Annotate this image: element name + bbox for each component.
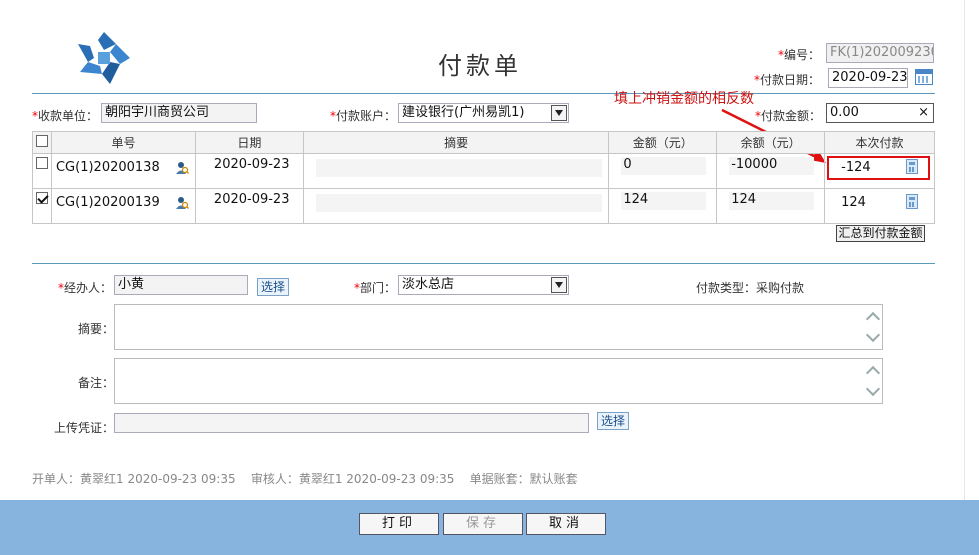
order-table: 单号 日期 摘要 金额（元） 余额（元） 本次付款 CG(1)20200138 …	[32, 131, 935, 224]
table-row: CG(1)20200138 2020-09-23 0 -10000 -124	[32, 153, 935, 189]
calculator-icon[interactable]	[906, 194, 919, 209]
upload-select-button[interactable]: 选择	[597, 412, 630, 430]
amount-field[interactable]: 0.00 ×	[826, 103, 934, 123]
select-all-cell[interactable]	[32, 131, 52, 154]
col-header-payment: 本次付款	[824, 131, 935, 154]
chevron-down-icon[interactable]	[551, 105, 567, 121]
calculator-icon[interactable]	[906, 159, 919, 174]
chevron-down-icon[interactable]	[551, 277, 567, 293]
col-header-balance: 余额（元）	[716, 131, 826, 154]
row-date: 2020-09-23	[194, 188, 304, 224]
row-checkbox[interactable]	[35, 192, 48, 204]
row-balance: 124	[729, 192, 815, 210]
table-row: CG(1)20200139 2020-09-23 124 124 124	[32, 188, 935, 224]
row-amount: 124	[621, 192, 707, 210]
scrollbar[interactable]	[865, 362, 881, 400]
number-field: FK(1)2020092300	[826, 43, 934, 63]
handler-field[interactable]: 小黄	[114, 275, 248, 295]
dept-select[interactable]: 淡水总店	[398, 275, 569, 295]
row-date: 2020-09-23	[194, 153, 304, 189]
audit-info: 开单人：黄翠红1 2020-09-23 09:35 审核人：黄翠红1 2020-…	[32, 472, 578, 486]
sum-to-amount-button[interactable]: 汇总到付款金额	[836, 225, 925, 242]
row-balance: -10000	[729, 157, 815, 175]
payee-label: *收款单位：	[32, 109, 99, 123]
amount-value: 0.00	[830, 105, 859, 120]
account-label: *付款账户：	[330, 109, 397, 123]
window-scrollbar[interactable]	[964, 0, 979, 500]
summary-textarea[interactable]	[114, 304, 883, 350]
row-payment-input[interactable]: 124	[841, 195, 866, 210]
close-icon[interactable]: ×	[918, 104, 929, 122]
print-button[interactable]: 打印	[359, 513, 439, 535]
col-header-date: 日期	[194, 131, 304, 154]
dept-value: 淡水总店	[402, 277, 455, 292]
row-summary[interactable]	[315, 194, 603, 212]
remark-label: 备注：	[78, 376, 115, 390]
select-all-checkbox[interactable]	[35, 135, 48, 147]
header-divider	[32, 93, 935, 94]
summary-label: 摘要：	[78, 322, 115, 336]
col-header-summary: 摘要	[302, 131, 610, 154]
number-label: *编号：	[778, 48, 821, 62]
payee-field[interactable]: 朝阳宇川商贸公司	[101, 103, 257, 123]
handler-select-button[interactable]: 选择	[257, 278, 290, 296]
page-title: 付款单	[438, 52, 522, 80]
dept-label: *部门：	[354, 281, 397, 295]
row-amount: 0	[621, 157, 707, 175]
amount-label: *付款金额：	[755, 109, 822, 123]
handler-label: *经办人：	[58, 281, 113, 295]
upload-field[interactable]	[114, 413, 589, 433]
annotation-text: 填上冲销金额的相反数	[614, 91, 754, 107]
form-divider	[32, 263, 935, 264]
order-no: CG(1)20200138	[55, 160, 160, 175]
account-value: 建设银行(广州易凯1)	[402, 105, 525, 120]
row-payment-input[interactable]: -124	[841, 160, 871, 175]
col-header-order: 单号	[50, 131, 196, 154]
pay-date-field[interactable]: 2020-09-23	[828, 68, 908, 88]
calendar-icon[interactable]	[915, 69, 933, 85]
upload-label: 上传凭证：	[54, 421, 115, 435]
col-header-amount: 金额（元）	[608, 131, 718, 154]
pay-type-text: 付款类型：采购付款	[696, 281, 805, 295]
lookup-icon[interactable]	[175, 161, 189, 175]
cancel-button[interactable]: 取消	[526, 513, 606, 535]
scrollbar[interactable]	[865, 308, 881, 346]
lookup-icon[interactable]	[175, 196, 189, 210]
remark-textarea[interactable]	[114, 358, 883, 404]
save-button[interactable]: 保存	[443, 513, 523, 535]
logo-icon	[76, 30, 132, 86]
account-select[interactable]: 建设银行(广州易凯1)	[398, 103, 569, 123]
order-no: CG(1)20200139	[55, 195, 160, 210]
row-checkbox[interactable]	[35, 157, 48, 169]
pay-date-label: *付款日期：	[754, 73, 821, 87]
row-summary[interactable]	[315, 159, 603, 177]
